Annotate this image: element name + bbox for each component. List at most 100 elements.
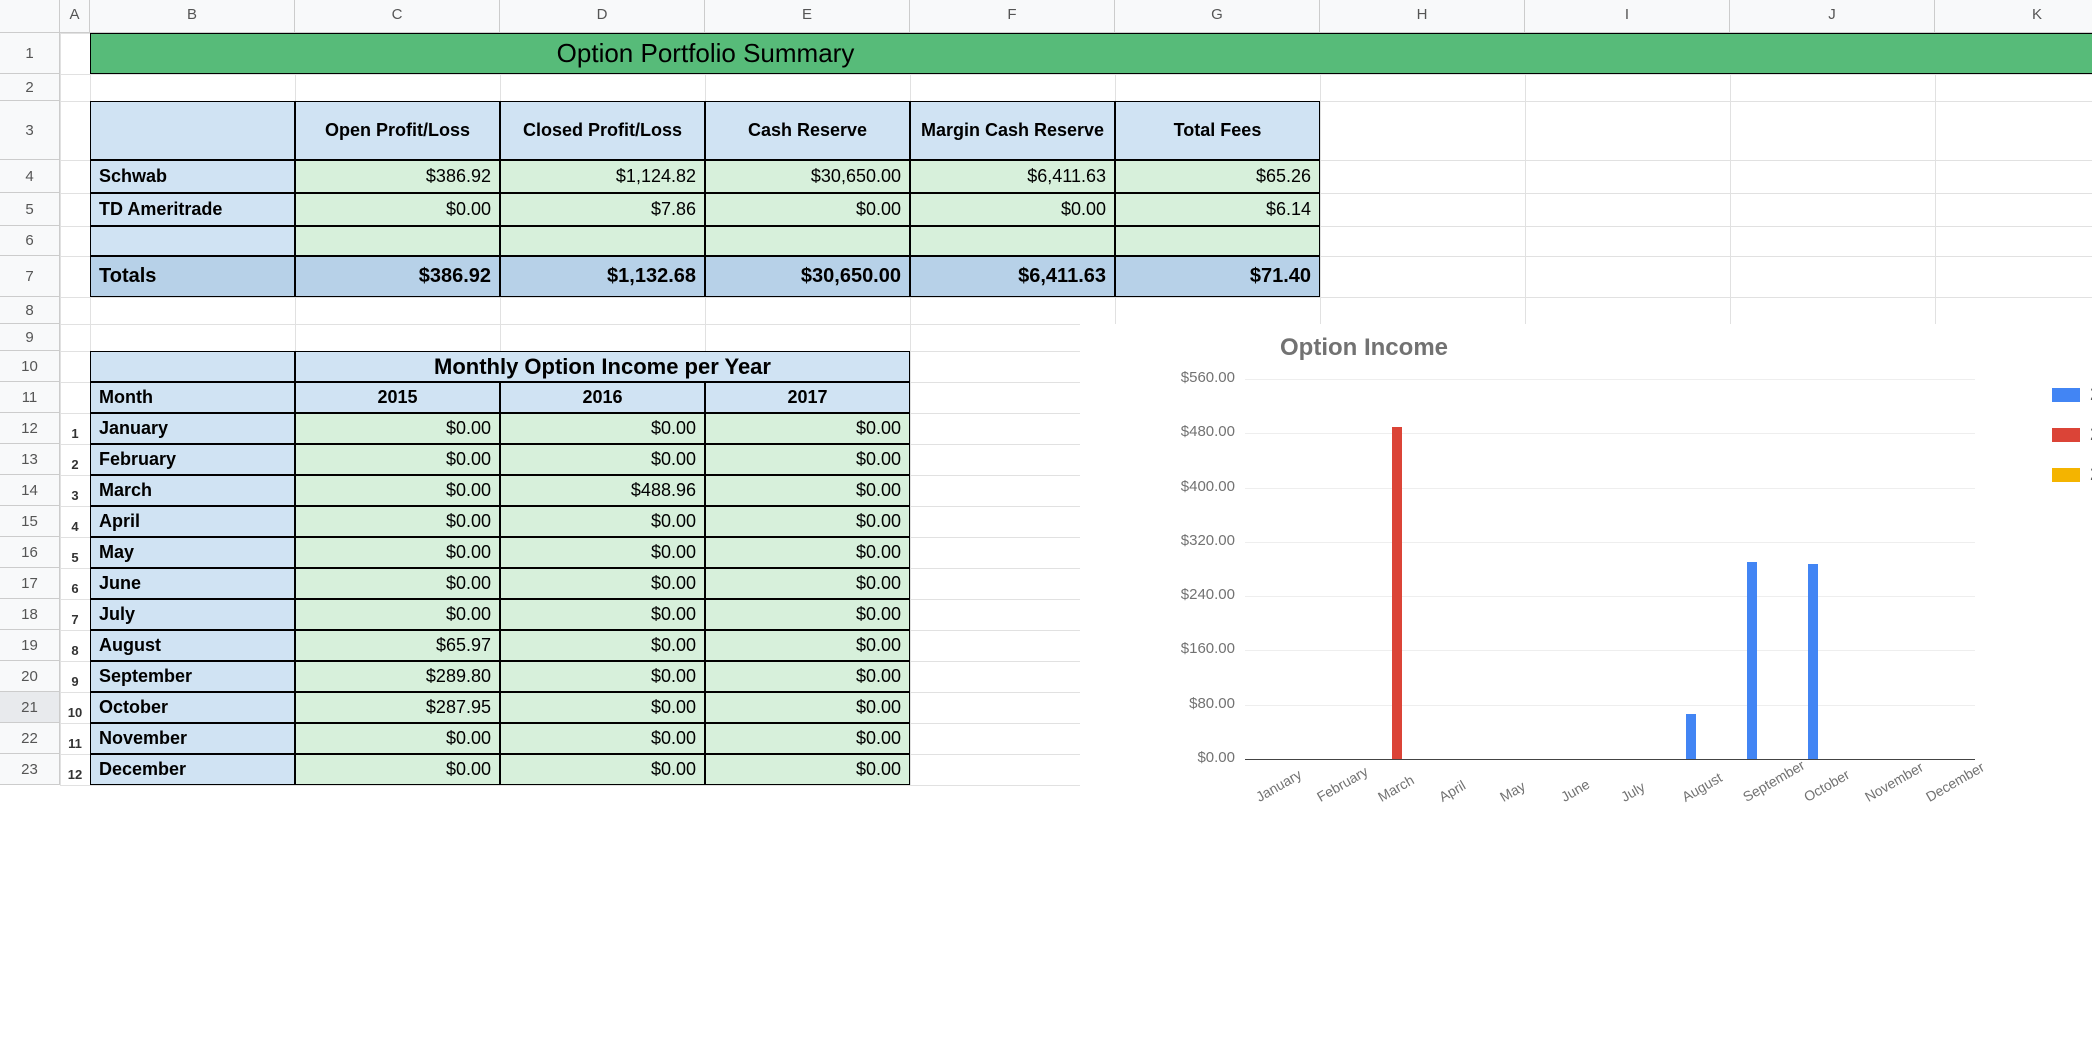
row-header-10[interactable]: 10: [0, 351, 60, 382]
month-November-2016[interactable]: $0.00: [500, 723, 705, 754]
row-header-16[interactable]: 16: [0, 537, 60, 568]
month-July-2015[interactable]: $0.00: [295, 599, 500, 630]
totals-val-3[interactable]: $6,411.63: [910, 256, 1115, 297]
col-header-D[interactable]: D: [500, 0, 705, 32]
month-August-2017[interactable]: $0.00: [705, 630, 910, 661]
month-July-2017[interactable]: $0.00: [705, 599, 910, 630]
month-January-2016[interactable]: $0.00: [500, 413, 705, 444]
row-header-1[interactable]: 1: [0, 33, 60, 74]
bar-2015-October[interactable]: [1808, 564, 1818, 759]
month-December-2017[interactable]: $0.00: [705, 754, 910, 785]
month-March-2016[interactable]: $488.96: [500, 475, 705, 506]
month-December-2016[interactable]: $0.00: [500, 754, 705, 785]
schwab-val-0[interactable]: $386.92: [295, 160, 500, 193]
month-September-2017[interactable]: $0.00: [705, 661, 910, 692]
totals-val-2[interactable]: $30,650.00: [705, 256, 910, 297]
month-index-9: 9: [60, 661, 90, 692]
row-header-9[interactable]: 9: [0, 324, 60, 351]
month-February-2016[interactable]: $0.00: [500, 444, 705, 475]
totals-val-1[interactable]: $1,132.68: [500, 256, 705, 297]
month-October-2015[interactable]: $287.95: [295, 692, 500, 723]
col-header-B[interactable]: B: [90, 0, 295, 32]
schwab-val-1[interactable]: $1,124.82: [500, 160, 705, 193]
month-February-2017[interactable]: $0.00: [705, 444, 910, 475]
legend-2017[interactable]: 2017: [2052, 464, 2092, 485]
col-header-J[interactable]: J: [1730, 0, 1935, 32]
col-header-A[interactable]: A: [60, 0, 90, 32]
month-August-2015[interactable]: $65.97: [295, 630, 500, 661]
month-April-2017[interactable]: $0.00: [705, 506, 910, 537]
schwab-val-4[interactable]: $65.26: [1115, 160, 1320, 193]
month-February-2015[interactable]: $0.00: [295, 444, 500, 475]
row-header-21[interactable]: 21: [0, 692, 60, 723]
row-header-20[interactable]: 20: [0, 661, 60, 692]
month-April-2016[interactable]: $0.00: [500, 506, 705, 537]
td-val-3[interactable]: $0.00: [910, 193, 1115, 226]
row-header-14[interactable]: 14: [0, 475, 60, 506]
col-header-E[interactable]: E: [705, 0, 910, 32]
totals-val-0[interactable]: $386.92: [295, 256, 500, 297]
row-header-22[interactable]: 22: [0, 723, 60, 754]
month-March-2017[interactable]: $0.00: [705, 475, 910, 506]
td-val-1[interactable]: $7.86: [500, 193, 705, 226]
td-val-2[interactable]: $0.00: [705, 193, 910, 226]
month-August-2016[interactable]: $0.00: [500, 630, 705, 661]
month-November-2015[interactable]: $0.00: [295, 723, 500, 754]
month-April-2015[interactable]: $0.00: [295, 506, 500, 537]
month-June-2016[interactable]: $0.00: [500, 568, 705, 599]
month-May-2017[interactable]: $0.00: [705, 537, 910, 568]
month-September-2016[interactable]: $0.00: [500, 661, 705, 692]
col-header-H[interactable]: H: [1320, 0, 1525, 32]
row-header-15[interactable]: 15: [0, 506, 60, 537]
row-header-12[interactable]: 12: [0, 413, 60, 444]
td-val-4[interactable]: $6.14: [1115, 193, 1320, 226]
row-header-18[interactable]: 18: [0, 599, 60, 630]
row-header-5[interactable]: 5: [0, 193, 60, 226]
col-header-I[interactable]: I: [1525, 0, 1730, 32]
month-label-March: March: [90, 475, 295, 506]
row-header-8[interactable]: 8: [0, 297, 60, 324]
select-all-corner[interactable]: [0, 0, 60, 32]
td-val-0[interactable]: $0.00: [295, 193, 500, 226]
totals-val-4[interactable]: $71.40: [1115, 256, 1320, 297]
row-header-11[interactable]: 11: [0, 382, 60, 413]
month-January-2015[interactable]: $0.00: [295, 413, 500, 444]
legend-2016[interactable]: 2016: [2052, 424, 2092, 445]
month-September-2015[interactable]: $289.80: [295, 661, 500, 692]
row-header-23[interactable]: 23: [0, 754, 60, 785]
row-header-19[interactable]: 19: [0, 630, 60, 661]
row-header-3[interactable]: 3: [0, 101, 60, 160]
chart-option-income[interactable]: Option Income201520162017$0.00$80.00$160…: [1080, 324, 2092, 834]
row-header-17[interactable]: 17: [0, 568, 60, 599]
month-May-2015[interactable]: $0.00: [295, 537, 500, 568]
month-label-September: September: [90, 661, 295, 692]
row-header-13[interactable]: 13: [0, 444, 60, 475]
month-January-2017[interactable]: $0.00: [705, 413, 910, 444]
col-header-G[interactable]: G: [1115, 0, 1320, 32]
month-label-January: January: [90, 413, 295, 444]
xtick-February: February: [1314, 763, 1371, 805]
month-June-2017[interactable]: $0.00: [705, 568, 910, 599]
grid-area[interactable]: Option Portfolio SummaryOpen Profit/Loss…: [60, 33, 2092, 785]
row-header-7[interactable]: 7: [0, 256, 60, 297]
col-header-C[interactable]: C: [295, 0, 500, 32]
month-March-2015[interactable]: $0.00: [295, 475, 500, 506]
month-May-2016[interactable]: $0.00: [500, 537, 705, 568]
schwab-val-3[interactable]: $6,411.63: [910, 160, 1115, 193]
month-October-2016[interactable]: $0.00: [500, 692, 705, 723]
month-October-2017[interactable]: $0.00: [705, 692, 910, 723]
legend-2015[interactable]: 2015: [2052, 384, 2092, 405]
row-header-2[interactable]: 2: [0, 74, 60, 101]
month-November-2017[interactable]: $0.00: [705, 723, 910, 754]
month-June-2015[interactable]: $0.00: [295, 568, 500, 599]
col-header-F[interactable]: F: [910, 0, 1115, 32]
month-December-2015[interactable]: $0.00: [295, 754, 500, 785]
bar-2016-March[interactable]: [1392, 427, 1402, 759]
month-July-2016[interactable]: $0.00: [500, 599, 705, 630]
bar-2015-September[interactable]: [1747, 562, 1757, 759]
col-header-K[interactable]: K: [1935, 0, 2092, 32]
row-header-4[interactable]: 4: [0, 160, 60, 193]
bar-2015-August[interactable]: [1686, 714, 1696, 759]
row-header-6[interactable]: 6: [0, 226, 60, 256]
schwab-val-2[interactable]: $30,650.00: [705, 160, 910, 193]
